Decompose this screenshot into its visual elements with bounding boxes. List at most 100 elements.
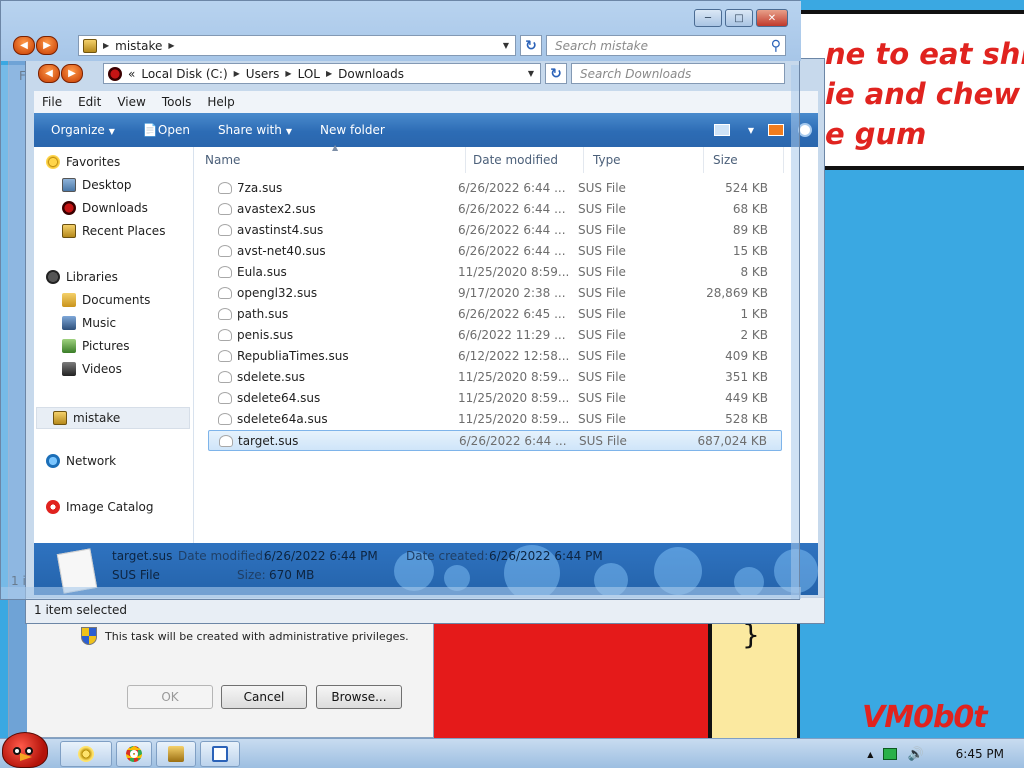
new-folder-button[interactable]: New folder bbox=[320, 123, 385, 137]
maximize-icon[interactable]: □ bbox=[725, 9, 753, 27]
file-name: sdelete64.sus bbox=[237, 391, 321, 405]
file-row[interactable]: avst-net40.sus 6/26/2022 6:44 ... SUS File… bbox=[208, 241, 782, 262]
network-status-icon[interactable] bbox=[883, 748, 898, 760]
back-arrow-icon[interactable]: ◀ bbox=[13, 36, 35, 55]
nav-item-desktop[interactable]: Desktop bbox=[62, 178, 132, 192]
file-row[interactable]: sdelete64a.sus 11/25/2020 8:59... SUS File… bbox=[208, 409, 782, 430]
downloads-address-bar[interactable]: « Local Disk (C:) ▶ Users ▶ LOL ▶ Downlo… bbox=[103, 63, 541, 84]
minimize-icon[interactable]: ─ bbox=[694, 9, 722, 27]
music-icon bbox=[62, 316, 76, 330]
change-view-icon[interactable] bbox=[713, 124, 730, 136]
nav-item-documents[interactable]: Documents bbox=[62, 293, 150, 307]
back-arrow-icon[interactable]: ◀ bbox=[38, 64, 60, 83]
address-dropdown-icon[interactable]: ▼ bbox=[503, 41, 509, 50]
menu-file[interactable]: File bbox=[42, 95, 62, 109]
sus-file-icon bbox=[218, 287, 232, 299]
details-bubble-decoration bbox=[444, 565, 470, 591]
nav-item-recent-places[interactable]: Recent Places bbox=[62, 224, 165, 238]
file-row[interactable]: sdelete64.sus 11/25/2020 8:59... SUS File 4… bbox=[208, 388, 782, 409]
sus-file-icon bbox=[218, 203, 232, 215]
column-date-modified[interactable]: Date modified bbox=[464, 147, 584, 173]
downloads-search-input[interactable]: Search Downloads bbox=[571, 63, 785, 84]
clock[interactable]: 6:45 PM bbox=[956, 747, 1004, 761]
taskbar-chrome[interactable] bbox=[116, 741, 152, 767]
file-date-modified: 6/26/2022 6:44 ... bbox=[459, 434, 567, 448]
file-type: SUS File bbox=[578, 286, 626, 300]
close-icon[interactable]: ✕ bbox=[756, 9, 788, 27]
ok-button[interactable]: OK bbox=[127, 685, 213, 709]
file-name: 7za.sus bbox=[237, 181, 283, 195]
nav-network[interactable]: Network bbox=[46, 454, 116, 468]
file-row[interactable]: 7za.sus 6/26/2022 6:44 ... SUS File 524 KB bbox=[208, 178, 782, 199]
refresh-icon[interactable]: ↻ bbox=[545, 63, 567, 84]
column-type[interactable]: Type bbox=[584, 147, 704, 173]
mistake-search-placeholder: Search mistake bbox=[555, 38, 648, 53]
file-row[interactable]: opengl32.sus 9/17/2020 2:38 ... SUS File 28… bbox=[208, 283, 782, 304]
search-icon[interactable]: ⚲ bbox=[771, 38, 781, 54]
menu-edit[interactable]: Edit bbox=[78, 95, 101, 109]
nav-pictures-label: Pictures bbox=[82, 339, 130, 353]
breadcrumb-separator-icon[interactable]: ▶ bbox=[326, 69, 332, 78]
file-row[interactable]: sdelete.sus 11/25/2020 8:59... SUS File 351… bbox=[208, 367, 782, 388]
show-hidden-icons-icon[interactable]: ▲ bbox=[867, 750, 873, 759]
column-name[interactable]: Name ▲ bbox=[196, 143, 466, 173]
file-row[interactable]: Eula.sus 11/25/2020 8:59... SUS File 8 KB bbox=[208, 262, 782, 283]
menu-view[interactable]: View bbox=[117, 95, 145, 109]
chevron-down-icon[interactable]: ▼ bbox=[748, 126, 754, 135]
nav-libraries[interactable]: Libraries bbox=[46, 270, 118, 284]
breadcrumb-separator-icon[interactable]: ▶ bbox=[103, 41, 109, 50]
breadcrumb-separator-icon[interactable]: ▶ bbox=[234, 69, 240, 78]
taskbar-media-player[interactable] bbox=[60, 741, 112, 767]
mistake-address-bar[interactable]: ▶ mistake ▶ ▼ bbox=[78, 35, 516, 56]
browse-button[interactable]: Browse... bbox=[316, 685, 402, 709]
file-date-modified: 6/6/2022 11:29 ... bbox=[458, 328, 566, 342]
mistake-search-input[interactable]: Search mistake ⚲ bbox=[546, 35, 786, 56]
start-button[interactable] bbox=[2, 732, 48, 768]
file-size: 8 KB bbox=[740, 265, 768, 279]
file-name: Eula.sus bbox=[237, 265, 287, 279]
menu-tools[interactable]: Tools bbox=[162, 95, 192, 109]
sus-file-icon bbox=[218, 245, 232, 257]
file-row[interactable]: avastinst4.sus 6/26/2022 6:44 ... SUS File… bbox=[208, 220, 782, 241]
breadcrumb-users[interactable]: Users bbox=[246, 67, 280, 81]
nav-item-videos[interactable]: Videos bbox=[62, 362, 122, 376]
column-size[interactable]: Size bbox=[704, 147, 784, 173]
forward-arrow-icon[interactable]: ▶ bbox=[61, 64, 83, 83]
admin-privileges-note: This task will be created with administr… bbox=[81, 627, 409, 645]
breadcrumb-lol[interactable]: LOL bbox=[298, 67, 320, 81]
file-row[interactable]: target.sus 6/26/2022 6:44 ... SUS File 687,… bbox=[208, 430, 782, 451]
cancel-button[interactable]: Cancel bbox=[221, 685, 307, 709]
open-button[interactable]: 📄Open bbox=[143, 123, 190, 137]
path-overflow-chevron[interactable]: « bbox=[128, 67, 135, 81]
nav-favorites[interactable]: Favorites bbox=[46, 155, 120, 169]
file-row[interactable]: avastex2.sus 6/26/2022 6:44 ... SUS File 68… bbox=[208, 199, 782, 220]
details-type: SUS File bbox=[112, 568, 160, 582]
status-bar: 1 item selected bbox=[26, 597, 824, 623]
breadcrumb-separator-icon[interactable]: ▶ bbox=[285, 69, 291, 78]
file-row[interactable]: path.sus 6/26/2022 6:45 ... SUS File 1 KB bbox=[208, 304, 782, 325]
breadcrumb-local-disk[interactable]: Local Disk (C:) bbox=[141, 67, 227, 81]
volume-icon[interactable]: 🔊 bbox=[907, 747, 923, 762]
nav-item-downloads[interactable]: Downloads bbox=[62, 201, 148, 215]
file-row[interactable]: penis.sus 6/6/2022 11:29 ... SUS File 2 KB bbox=[208, 325, 782, 346]
taskbar-explorer[interactable] bbox=[156, 741, 196, 767]
nav-item-music[interactable]: Music bbox=[62, 316, 116, 330]
help-icon[interactable] bbox=[798, 123, 812, 137]
nav-item-mistake[interactable]: mistake bbox=[36, 407, 190, 429]
taskbar-task-scheduler[interactable] bbox=[200, 741, 240, 767]
nav-item-pictures[interactable]: Pictures bbox=[62, 339, 130, 353]
nav-image-catalog[interactable]: Image Catalog bbox=[46, 500, 153, 514]
image-catalog-icon bbox=[46, 500, 60, 514]
menu-help[interactable]: Help bbox=[207, 95, 234, 109]
breadcrumb-downloads[interactable]: Downloads bbox=[338, 67, 404, 81]
refresh-icon[interactable]: ↻ bbox=[520, 35, 542, 56]
folder-icon bbox=[53, 411, 67, 425]
file-row[interactable]: RepubliaTimes.sus 6/12/2022 12:58... SUS F… bbox=[208, 346, 782, 367]
share-with-button[interactable]: Share with ▼ bbox=[218, 123, 292, 137]
breadcrumb-mistake[interactable]: mistake bbox=[115, 39, 162, 53]
breadcrumb-separator-icon[interactable]: ▶ bbox=[168, 41, 174, 50]
address-dropdown-icon[interactable]: ▼ bbox=[528, 69, 534, 78]
preview-pane-icon[interactable] bbox=[768, 124, 784, 136]
forward-arrow-icon[interactable]: ▶ bbox=[36, 36, 58, 55]
organize-button[interactable]: Organize ▼ bbox=[51, 123, 115, 137]
